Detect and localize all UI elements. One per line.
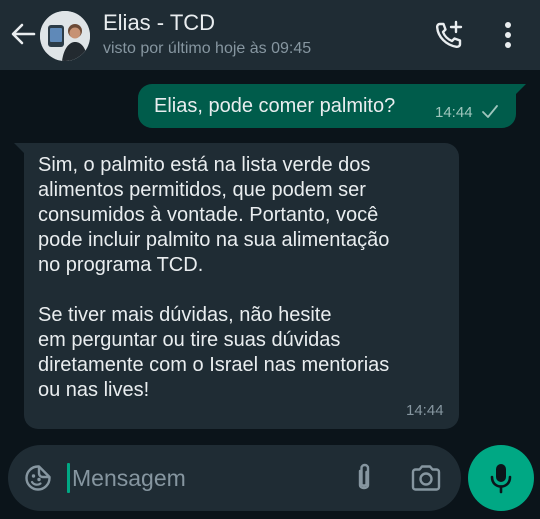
outgoing-message[interactable]: Elias, pode comer palmito? 14:44	[138, 84, 526, 128]
attach-button[interactable]	[352, 462, 376, 494]
chat-screen: Elias - TCD visto por último hoje às 09:…	[0, 0, 540, 519]
more-options-button[interactable]	[498, 20, 518, 50]
bubble-tail	[14, 143, 26, 155]
back-button[interactable]	[8, 19, 38, 49]
message-input[interactable]	[72, 461, 332, 495]
camera-icon	[411, 465, 441, 491]
message-time: 14:44	[435, 104, 473, 121]
message-text: Sim, o palmito está na lista verde dos a…	[38, 154, 390, 401]
bubble-tail	[514, 84, 526, 96]
paperclip-icon	[358, 463, 370, 490]
contact-name[interactable]: Elias - TCD	[103, 10, 215, 36]
text-cursor	[67, 463, 70, 493]
camera-button[interactable]	[410, 464, 442, 492]
chat-header: Elias - TCD visto por último hoje às 09:…	[0, 0, 540, 70]
message-text: Elias, pode comer palmito?	[154, 95, 396, 117]
microphone-icon	[490, 464, 512, 494]
sticker-emoji-icon	[25, 465, 51, 491]
message-composer	[8, 445, 461, 511]
incoming-message[interactable]: Sim, o palmito está na lista verde dos a…	[14, 143, 459, 429]
last-seen-status: visto por último hoje às 09:45	[103, 40, 312, 57]
message-time: 14:44	[406, 402, 444, 419]
voice-message-button[interactable]	[468, 445, 534, 511]
more-vert-icon	[505, 22, 511, 48]
add-call-icon	[435, 20, 463, 49]
emoji-button[interactable]	[24, 464, 52, 492]
add-call-button[interactable]	[433, 19, 465, 51]
arrow-left-icon	[11, 23, 36, 45]
avatar-photo-icon	[40, 11, 90, 61]
contact-avatar[interactable]	[40, 11, 90, 61]
single-check-icon	[482, 105, 498, 118]
